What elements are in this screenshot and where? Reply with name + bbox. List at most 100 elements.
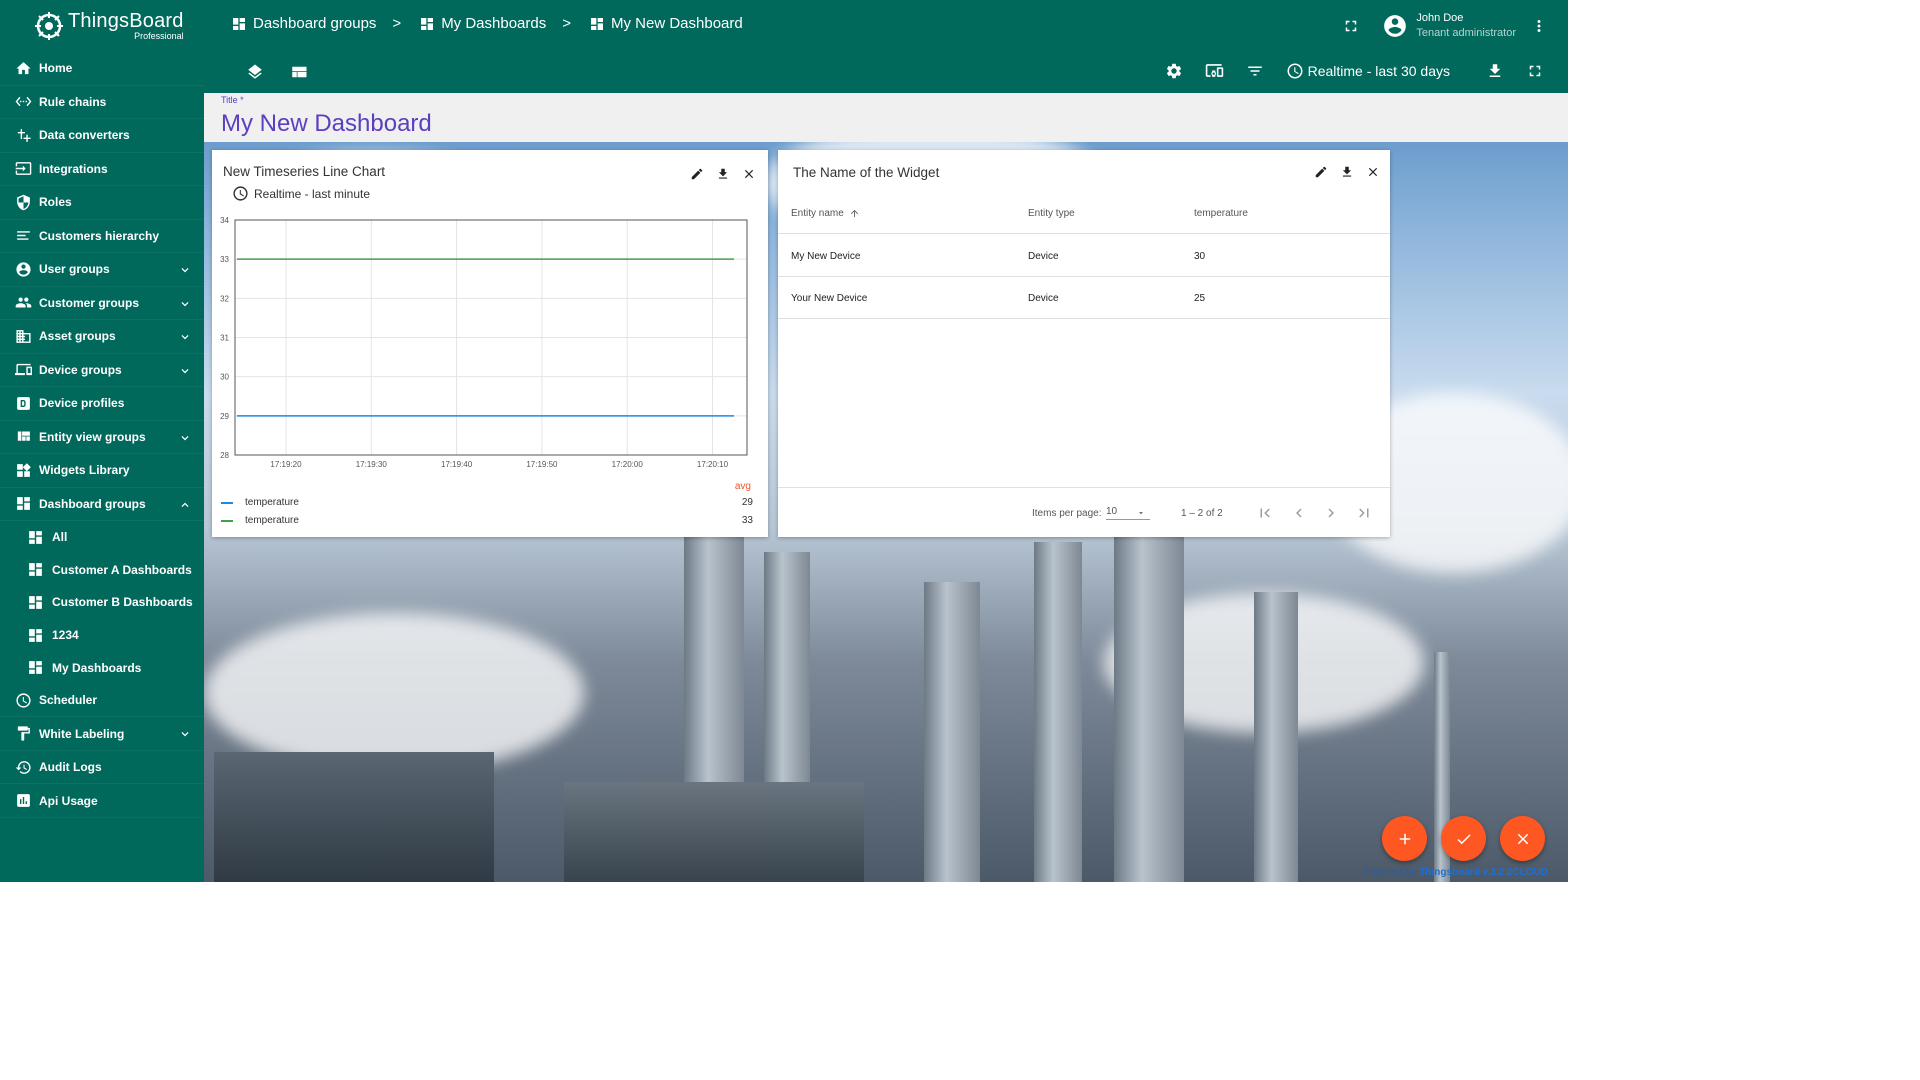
dashboard-fullscreen-button[interactable] (1526, 62, 1544, 80)
sidebar-item-integrations[interactable]: Integrations (0, 153, 204, 186)
fullscreen-icon (1346, 20, 1357, 32)
sidebar-item-user-groups[interactable]: User groups (0, 253, 204, 287)
sidebar-subitem-1234[interactable]: 1234 (0, 619, 204, 652)
dashboard-icon (591, 17, 603, 30)
sidebar-item-audit-logs[interactable]: Audit Logs (0, 751, 204, 785)
settings-button[interactable] (1165, 62, 1183, 80)
cancel-edit-button[interactable] (1500, 816, 1545, 861)
sidebar-subitem-label: Customer A Dashboards (52, 562, 192, 577)
previous-page-button[interactable] (1290, 488, 1308, 538)
powered-by[interactable]: Powered by Thingsboard v.3.2.2CLOUD (1364, 867, 1548, 878)
audit-icon (14, 758, 32, 776)
user-menu[interactable]: John Doe Tenant administrator (1382, 11, 1516, 41)
sidebar-subitem-my-dashboards[interactable]: My Dashboards (0, 651, 204, 684)
export-widget-button[interactable] (1340, 165, 1354, 184)
clock-icon (14, 691, 32, 709)
dashboard-icon (27, 561, 44, 578)
layers-button[interactable] (246, 63, 264, 81)
sidebar-item-dashboard-groups[interactable]: Dashboard groups (0, 488, 204, 521)
dashboard-title-input[interactable]: My New Dashboard (221, 110, 432, 138)
sidebar-item-roles[interactable]: Roles (0, 186, 204, 220)
logo[interactable]: ThingsBoard Professional (0, 0, 204, 52)
sidebar-subitem-all[interactable]: All (0, 521, 204, 554)
dashboard-icon (421, 17, 434, 30)
column-header-temperature[interactable]: temperature (1194, 192, 1248, 234)
sidebar-subitem-customer-b-dashboards[interactable]: Customer B Dashboards (0, 586, 204, 619)
cell-entity-name: My New Device (791, 250, 861, 262)
sidebar-subitem-label: Customer B Dashboards (52, 595, 193, 610)
dashboard-icon (27, 529, 44, 546)
sidebar-item-home[interactable]: Home (0, 52, 204, 86)
widget-title: The Name of the Widget (793, 165, 940, 180)
next-page-button[interactable] (1322, 488, 1340, 538)
first-page-button[interactable] (1256, 488, 1274, 538)
sidebar-subitem-label: My Dashboards (52, 660, 142, 675)
items-per-page-label: Items per page: (1032, 507, 1102, 519)
dropdown-arrow-icon (1138, 512, 1144, 515)
legend-value: 29 (741, 497, 753, 508)
check-icon (1457, 833, 1471, 844)
title-field[interactable]: Title * My New Dashboard (204, 93, 1568, 142)
widgets-icon (14, 461, 32, 479)
legend-item[interactable]: temperature 33 (221, 515, 753, 526)
sidebar-item-api-usage[interactable]: Api Usage (0, 784, 204, 818)
account-icon (14, 260, 32, 278)
chevron-down-icon[interactable] (178, 263, 192, 277)
dashboard-canvas: Title * My New Dashboard New Timeseries … (204, 93, 1568, 882)
column-header-entity-name[interactable]: Entity name (791, 192, 860, 234)
breadcrumb-label: My Dashboards (441, 15, 547, 32)
sidebar-item-entity-view-groups[interactable]: Entity view groups (0, 421, 204, 454)
breadcrumb-my-dashboards[interactable]: My Dashboards (419, 15, 546, 32)
export-button[interactable] (1486, 62, 1504, 80)
sidebar-item-white-labeling[interactable]: White Labeling (0, 717, 204, 751)
breadcrumb: Dashboard groups > My Dashboards > My Ne… (231, 15, 743, 32)
entity-aliases-button[interactable] (1205, 61, 1224, 80)
add-widget-button[interactable] (1382, 816, 1427, 861)
sidebar-item-label: Widgets Library (39, 463, 130, 478)
arrow-upward-icon (850, 209, 858, 217)
chevron-right-icon (1328, 508, 1334, 518)
column-header-entity-type[interactable]: Entity type (1028, 192, 1075, 234)
sidebar-item-customer-groups[interactable]: Customer groups (0, 287, 204, 320)
table-row[interactable]: Your New Device Device 25 (778, 277, 1390, 319)
fullscreen-button[interactable] (1342, 17, 1360, 35)
save-dashboard-button[interactable] (1441, 816, 1486, 861)
table-header: Entity name Entity type temperature (778, 192, 1390, 234)
sidebar-item-customers-hierarchy[interactable]: Customers hierarchy (0, 220, 204, 253)
chevron-down-icon[interactable] (178, 297, 192, 311)
building-icon (14, 327, 32, 345)
chevron-down-icon[interactable] (178, 330, 192, 344)
timewindow-selector[interactable]: Realtime - last 30 days (1286, 62, 1450, 80)
more-menu-button[interactable] (1530, 17, 1548, 35)
last-page-button[interactable] (1355, 488, 1373, 538)
sidebar-item-scheduler[interactable]: Scheduler (0, 684, 204, 718)
timeseries-chart-widget[interactable]: New Timeseries Line Chart Realtime - las… (212, 150, 768, 537)
edit-widget-button[interactable] (1314, 165, 1328, 184)
breadcrumb-dashboard-groups[interactable]: Dashboard groups (231, 15, 376, 32)
sidebar-subitem-customer-a-dashboards[interactable]: Customer A Dashboards (0, 554, 204, 587)
home-icon (14, 59, 32, 77)
chevron-up-icon[interactable] (178, 498, 192, 512)
sidebar-item-asset-groups[interactable]: Asset groups (0, 320, 204, 354)
sidebar: ThingsBoard Professional Home Rule chains… (0, 0, 204, 882)
sidebar-item-device-groups[interactable]: Device groups (0, 354, 204, 387)
remove-widget-button[interactable] (1366, 165, 1380, 184)
legend-item[interactable]: temperature 29 (221, 497, 753, 508)
pencil-icon (1315, 166, 1327, 178)
sidebar-item-widgets-library[interactable]: Widgets Library (0, 454, 204, 488)
sidebar-item-data-converters[interactable]: Data converters (0, 119, 204, 153)
table-row[interactable]: My New Device Device 30 (778, 235, 1390, 277)
layout-button[interactable] (290, 63, 308, 81)
account-circle-icon (1384, 15, 1407, 37)
chevron-down-icon[interactable] (178, 727, 192, 741)
insert-chart-icon (14, 792, 32, 810)
items-per-page-select[interactable]: 10 (1106, 488, 1152, 538)
sidebar-item-rule-chains[interactable]: Rule chains (0, 86, 204, 119)
chevron-down-icon[interactable] (178, 431, 192, 445)
entities-table-widget[interactable]: The Name of the Widget Entity name Entit… (778, 150, 1390, 537)
chevron-down-icon[interactable] (178, 364, 192, 378)
timewindow-label: Realtime - last 30 days (1307, 62, 1450, 79)
sidebar-item-device-profiles[interactable]: Device profiles (0, 387, 204, 421)
filters-button[interactable] (1246, 62, 1264, 80)
sidebar-item-label: White Labeling (39, 726, 125, 741)
